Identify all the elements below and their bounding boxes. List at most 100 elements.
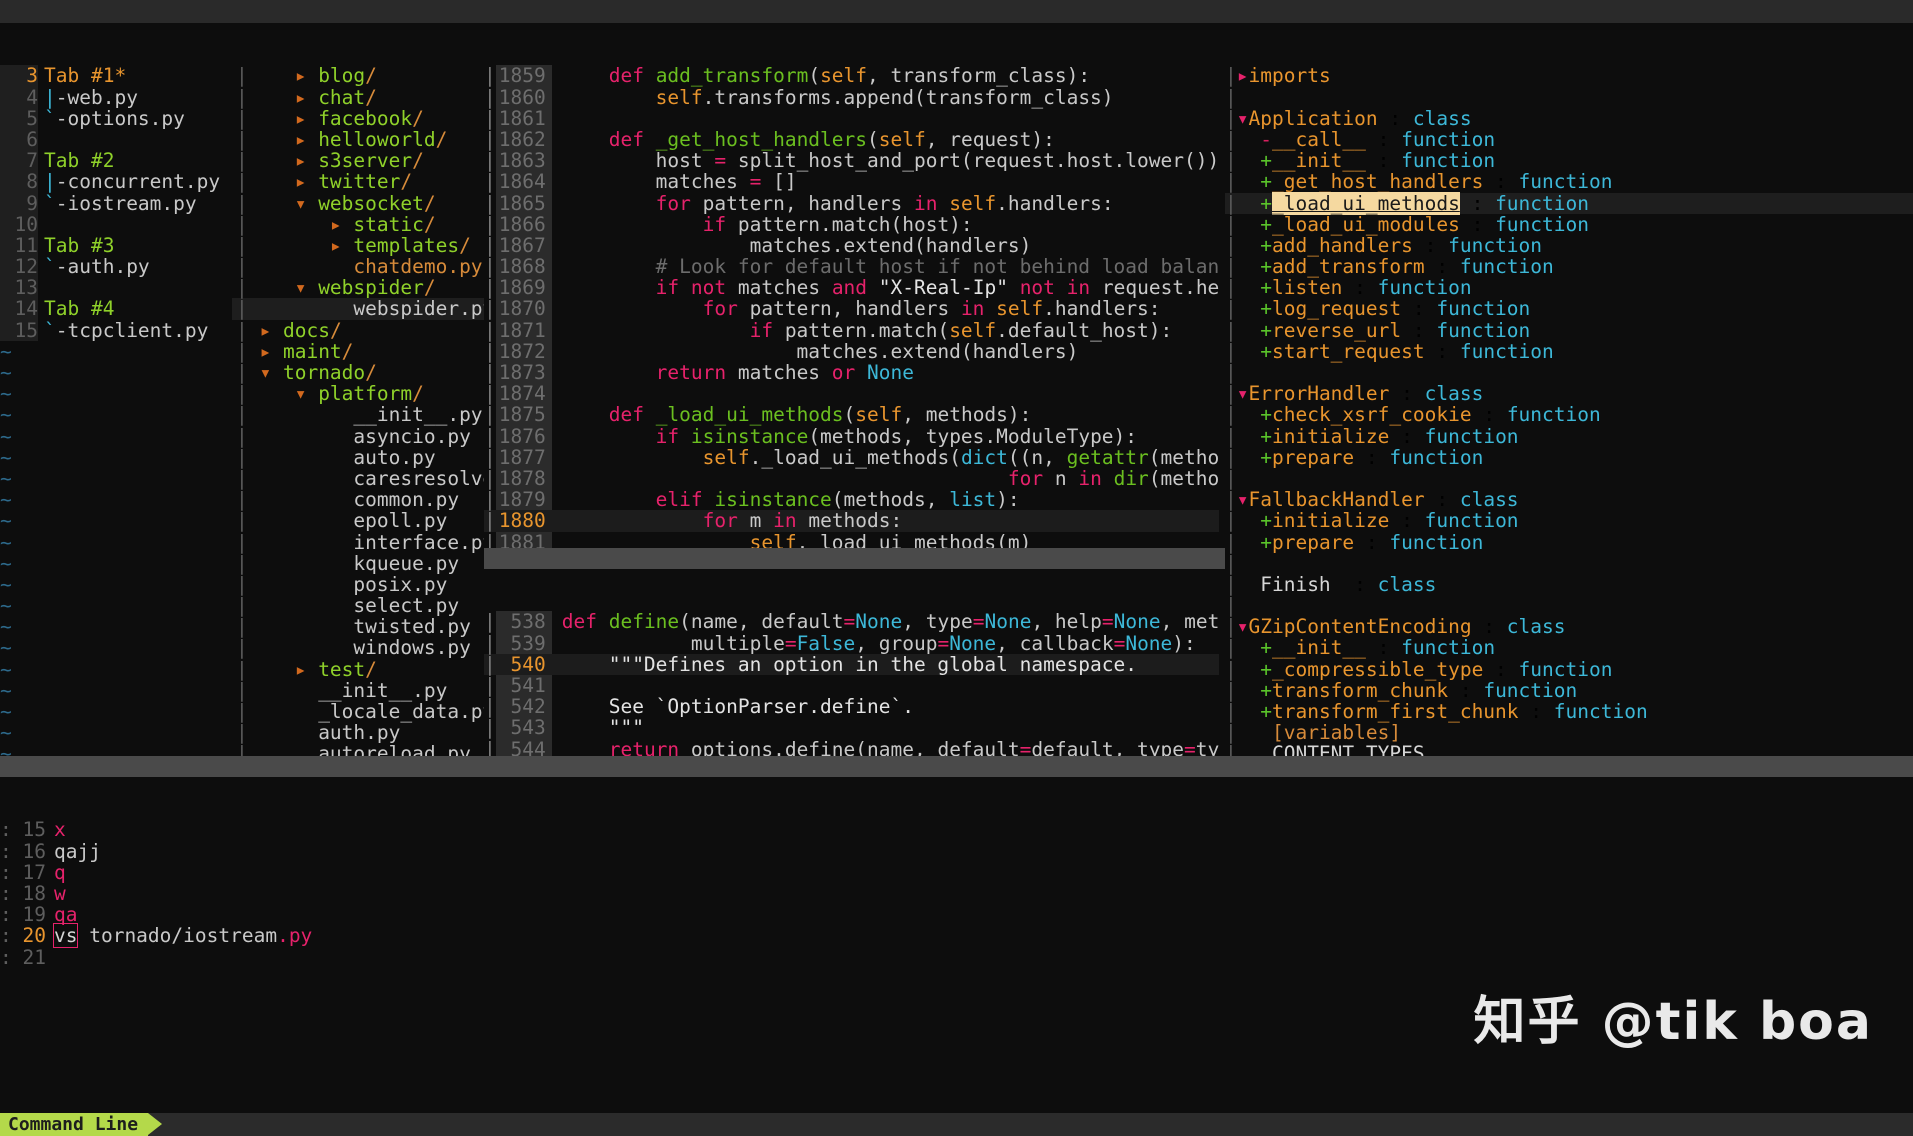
nerdtree-file-item[interactable]: | asyncio.py	[232, 425, 484, 447]
tagbar-row[interactable]: | CONTENT_TYPES	[1225, 743, 1913, 756]
nerdtree-dir-item[interactable]: | ▸ docs/	[232, 320, 484, 341]
tagbar-row[interactable]: | +transform_first_chunk : function	[1225, 701, 1913, 722]
nerdtree-dir-item[interactable]: | ▸ facebook/	[232, 108, 484, 129]
tabmanager-pane[interactable]: 3 Tab #1* 4 |-web.py 5 `-options.py 6 7 Tab #2 8 |…	[0, 23, 232, 756]
command-message-area[interactable]: :15 x:16 qajj:17 q:18 w:19 qa:20 vs tornado/io…	[0, 777, 1913, 1113]
chevron-down-icon[interactable]: ▾	[1237, 615, 1249, 638]
editor-options-line[interactable]: | 543 """	[484, 717, 1219, 739]
tabmanager-file-item[interactable]: 4 |-web.py	[0, 86, 232, 108]
tagbar-row[interactable]: | +transform_chunk : function	[1225, 680, 1913, 701]
nerdtree-file-item[interactable]: | select.py	[232, 595, 484, 616]
editor-pane-options[interactable]: | 538 def define(name, default=None, type=…	[484, 569, 1219, 756]
tagbar-row[interactable]: |▸imports	[1225, 65, 1913, 86]
nerdtree-file-item[interactable]: | posix.py	[232, 574, 484, 595]
nerdtree-file-item[interactable]: | auto.py	[232, 447, 484, 468]
chevron-down-icon[interactable]: ▾	[295, 276, 318, 299]
editor-web-line[interactable]: | 1866 if pattern.match(host):	[484, 214, 1219, 235]
tagbar-row[interactable]: | +check_xsrf_cookie : function	[1225, 404, 1913, 425]
tabmanager-tab-header[interactable]: 14 Tab #4	[0, 298, 232, 320]
editor-web-line[interactable]: | 1863 host = split_host_and_port(request…	[484, 150, 1219, 172]
editor-web-line[interactable]: | 1881 self._load_ui_methods(m)	[484, 531, 1219, 548]
chevron-right-icon[interactable]: ▸	[295, 64, 318, 87]
tagbar-row[interactable]: | +__init__ : function	[1225, 637, 1913, 658]
chevron-down-icon[interactable]: ▾	[1237, 488, 1249, 511]
command-history-row[interactable]: :15 x	[0, 819, 1913, 840]
nerdtree-file-item[interactable]: | _locale_data.py	[232, 701, 484, 722]
tabmanager-tab-header[interactable]: 3 Tab #1*	[0, 65, 232, 87]
chevron-right-icon[interactable]: ▸	[295, 128, 318, 151]
editor-web-line[interactable]: | 1867 matches.extend(handlers)	[484, 235, 1219, 257]
tagbar-row[interactable]: | +listen : function	[1225, 277, 1913, 298]
editor-web-line[interactable]: | 1862 def _get_host_handlers(self, reque…	[484, 129, 1219, 151]
editor-web-line[interactable]: | 1880 for m in methods:	[484, 510, 1219, 532]
editor-options-line[interactable]: | 544 return options.define(name, default…	[484, 738, 1219, 756]
nerdtree-dir-item[interactable]: | ▾ websocket/	[232, 192, 484, 214]
tagbar-row[interactable]: |	[1225, 595, 1913, 616]
tagbar-row[interactable]: | +add_handlers : function	[1225, 235, 1913, 256]
nerdtree-dir-item[interactable]: | ▸ helloworld/	[232, 129, 484, 150]
command-history-row[interactable]: :20 vs tornado/iostream.py	[0, 923, 1913, 949]
command-history-row[interactable]: :17 q	[0, 862, 1913, 883]
editor-pane-web[interactable]: | 1859 def add_transform(self, transform_…	[484, 23, 1219, 548]
nerdtree-file-item[interactable]: | chatdemo.py*	[232, 256, 484, 277]
tagbar-row[interactable]: | -__call__ : function	[1225, 129, 1913, 150]
editor-web-line[interactable]: | 1879 elif isinstance(methods, list):	[484, 489, 1219, 511]
editor-web-line[interactable]: | 1870 for pattern, handlers in self.hand…	[484, 298, 1219, 320]
tagbar-row[interactable]: | +_get_host_handlers : function	[1225, 171, 1913, 192]
nerdtree-dir-item[interactable]: | ▾ tornado/	[232, 362, 484, 383]
editor-web-line[interactable]: | 1873 return matches or None	[484, 362, 1219, 384]
editor-web-line[interactable]: | 1859 def add_transform(self, transform_…	[484, 65, 1219, 87]
command-history-row[interactable]: :18 w	[0, 883, 1913, 904]
tagbar-row[interactable]: |	[1225, 468, 1913, 489]
nerdtree-dir-item[interactable]: | ▸ s3server/	[232, 150, 484, 171]
editor-web-line[interactable]: | 1864 matches = []	[484, 171, 1219, 193]
tabmanager-file-item[interactable]: 5 `-options.py	[0, 108, 232, 129]
tagbar-row[interactable]: | +reverse_url : function	[1225, 320, 1913, 341]
editor-options-line[interactable]: | 541	[484, 675, 1219, 697]
editor-web-line[interactable]: | 1875 def _load_ui_methods(self, methods…	[484, 404, 1219, 426]
nerdtree-file-item[interactable]: | interface.py	[232, 531, 484, 553]
tagbar-row[interactable]: |	[1225, 86, 1913, 108]
tagbar-row[interactable]: | +_compressible_type : function	[1225, 659, 1913, 680]
nerdtree-dir-item[interactable]: | ▸ templates/	[232, 235, 484, 256]
command-history-row[interactable]: :16 qajj	[0, 840, 1913, 861]
nerdtree-file-item[interactable]: | __init__.py	[232, 680, 484, 701]
tagbar-row[interactable]: |▾ErrorHandler : class	[1225, 383, 1913, 404]
tabmanager-file-item[interactable]: 15 `-tcpclient.py	[0, 319, 232, 341]
tagbar-row[interactable]: | +_load_ui_methods : function	[1225, 191, 1913, 215]
tagbar-row[interactable]: | +prepare : function	[1225, 447, 1913, 468]
tagbar-row[interactable]: |	[1225, 362, 1913, 383]
tagbar-row[interactable]: |▾GZipContentEncoding : class	[1225, 616, 1913, 637]
tagbar-row[interactable]: | +_load_ui_modules : function	[1225, 214, 1913, 235]
chevron-down-icon[interactable]: ▾	[259, 361, 282, 384]
tagbar-row[interactable]: | +prepare : function	[1225, 531, 1913, 553]
nerdtree-file-item[interactable]: | twisted.py	[232, 616, 484, 637]
editor-web-line[interactable]: | 1876 if isinstance(methods, types.Modul…	[484, 425, 1219, 447]
editor-options-line[interactable]: | 540 """Defines an option in the global …	[484, 654, 1219, 675]
tabmanager-tab-header[interactable]: 11 Tab #3	[0, 235, 232, 257]
editor-options-line[interactable]: | 542 See `OptionParser.define`.	[484, 696, 1219, 718]
nerdtree-file-item[interactable]: | windows.py	[232, 637, 484, 658]
nerdtree-file-item[interactable]: | webspider.py	[232, 298, 484, 320]
editor-web-line[interactable]: | 1868 # Look for default host if not beh…	[484, 256, 1219, 278]
nerdtree-file-item[interactable]: | common.py	[232, 489, 484, 510]
nerdtree-dir-item[interactable]: | ▸ static/	[232, 214, 484, 235]
nerdtree-dir-item[interactable]: | ▾ platform/	[232, 383, 484, 404]
nerdtree-file-item[interactable]: | epoll.py	[232, 510, 484, 531]
chevron-right-icon[interactable]: ▸	[295, 658, 318, 681]
tabmanager-tab-header[interactable]: 7 Tab #2	[0, 150, 232, 172]
tabmanager-file-item[interactable]: 9 `-iostream.py	[0, 192, 232, 214]
tagbar-row[interactable]: | +initialize : function	[1225, 510, 1913, 531]
nerdtree-file-item[interactable]: | __init__.py	[232, 404, 484, 425]
editor-web-line[interactable]: | 1874	[484, 383, 1219, 405]
chevron-right-icon[interactable]: ▸	[295, 86, 318, 109]
chevron-down-icon[interactable]: ▾	[1237, 107, 1249, 130]
nerdtree-dir-item[interactable]: | ▾ webspider/	[232, 277, 484, 298]
tagbar-row[interactable]: | +__init__ : function	[1225, 150, 1913, 171]
nerdtree-file-item[interactable]: | auth.py	[232, 722, 484, 743]
nerdtree-file-item[interactable]: | kqueue.py	[232, 553, 484, 574]
nerdtree-dir-item[interactable]: | ▸ blog/	[232, 65, 484, 86]
tagbar-row[interactable]: | +start_request : function	[1225, 341, 1913, 362]
nerdtree-dir-item[interactable]: | ▸ test/	[232, 659, 484, 680]
editor-web-line[interactable]: | 1865 for pattern, handlers in self.hand…	[484, 192, 1219, 214]
